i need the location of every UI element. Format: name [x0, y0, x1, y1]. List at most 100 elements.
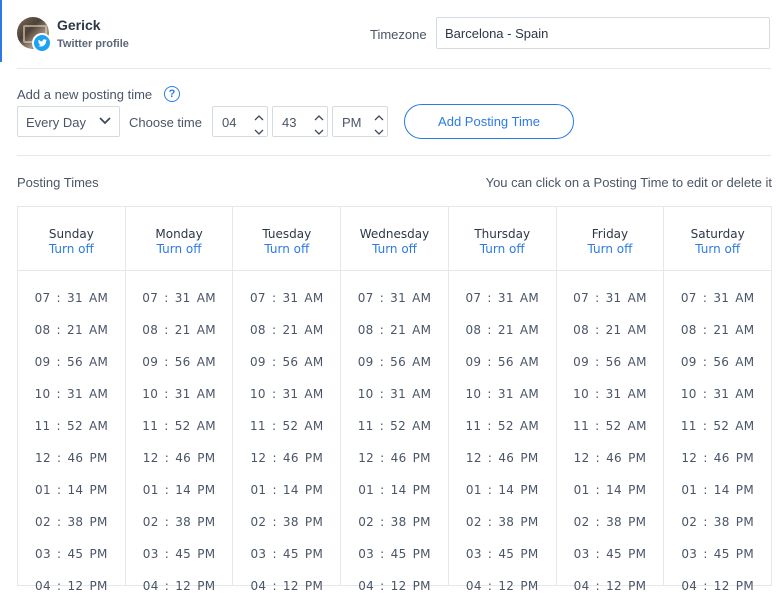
posting-time-slot[interactable]: 04 : 12 PM	[18, 579, 125, 611]
posting-time-slot[interactable]: 11 : 52 AM	[664, 419, 771, 451]
posting-time-slot[interactable]: 11 : 52 AM	[341, 419, 448, 451]
posting-time-slot[interactable]: 01 : 14 PM	[449, 483, 556, 515]
posting-time-slot[interactable]: 12 : 46 PM	[449, 451, 556, 483]
ampm-stepper[interactable]: PM	[332, 106, 388, 137]
turn-off-link[interactable]: Turn off	[18, 242, 125, 256]
turn-off-link[interactable]: Turn off	[449, 242, 556, 256]
posting-time-slot[interactable]: 09 : 56 AM	[18, 355, 125, 387]
posting-time-slot[interactable]: 09 : 56 AM	[449, 355, 556, 387]
posting-time-slot[interactable]: 01 : 14 PM	[341, 483, 448, 515]
posting-time-slot[interactable]: 09 : 56 AM	[233, 355, 340, 387]
posting-time-slot[interactable]: 10 : 31 AM	[233, 387, 340, 419]
posting-time-slot[interactable]: 07 : 31 AM	[557, 291, 664, 323]
posting-time-slot[interactable]: 02 : 38 PM	[449, 515, 556, 547]
day-header: Saturday Turn off	[664, 207, 772, 271]
posting-time-slot[interactable]: 08 : 21 AM	[18, 323, 125, 355]
posting-time-slot[interactable]: 07 : 31 AM	[126, 291, 233, 323]
posting-time-slot[interactable]: 12 : 46 PM	[18, 451, 125, 483]
posting-time-slot[interactable]: 02 : 38 PM	[341, 515, 448, 547]
profile-header: Gerick Twitter profile	[17, 17, 217, 53]
day-name: Monday	[155, 227, 203, 241]
posting-time-slot[interactable]: 10 : 31 AM	[18, 387, 125, 419]
posting-time-slot[interactable]: 01 : 14 PM	[664, 483, 771, 515]
minute-stepper[interactable]: 43	[272, 106, 328, 137]
posting-time-slot[interactable]: 08 : 21 AM	[449, 323, 556, 355]
help-icon[interactable]: ?	[164, 86, 180, 102]
posting-time-slot[interactable]: 08 : 21 AM	[341, 323, 448, 355]
posting-time-slot[interactable]: 03 : 45 PM	[126, 547, 233, 579]
timezone-label: Timezone	[370, 27, 427, 42]
day-header: Friday Turn off	[556, 207, 664, 271]
posting-time-slot[interactable]: 04 : 12 PM	[341, 579, 448, 611]
divider	[17, 68, 771, 69]
posting-time-slot[interactable]: 04 : 12 PM	[449, 579, 556, 611]
posting-time-slot[interactable]: 11 : 52 AM	[233, 419, 340, 451]
posting-time-slot[interactable]: 03 : 45 PM	[449, 547, 556, 579]
chevron-down-icon[interactable]	[374, 124, 384, 135]
posting-time-slot[interactable]: 10 : 31 AM	[126, 387, 233, 419]
posting-time-slot[interactable]: 04 : 12 PM	[233, 579, 340, 611]
posting-time-slot[interactable]: 01 : 14 PM	[557, 483, 664, 515]
posting-time-slot[interactable]: 08 : 21 AM	[664, 323, 771, 355]
posting-time-slot[interactable]: 12 : 46 PM	[126, 451, 233, 483]
posting-time-slot[interactable]: 09 : 56 AM	[126, 355, 233, 387]
posting-time-slot[interactable]: 09 : 56 AM	[557, 355, 664, 387]
posting-time-slot[interactable]: 10 : 31 AM	[341, 387, 448, 419]
chevron-up-icon[interactable]	[374, 110, 384, 121]
turn-off-link[interactable]: Turn off	[126, 242, 233, 256]
timezone-input[interactable]	[436, 17, 770, 49]
chevron-down-icon[interactable]	[314, 124, 324, 135]
posting-time-slot[interactable]: 01 : 14 PM	[18, 483, 125, 515]
posting-time-slot[interactable]: 07 : 31 AM	[18, 291, 125, 323]
chevron-down-icon	[99, 117, 111, 125]
posting-time-slot[interactable]: 10 : 31 AM	[664, 387, 771, 419]
posting-time-slot[interactable]: 07 : 31 AM	[233, 291, 340, 323]
posting-time-slot[interactable]: 10 : 31 AM	[557, 387, 664, 419]
posting-time-slot[interactable]: 02 : 38 PM	[557, 515, 664, 547]
posting-time-slot[interactable]: 11 : 52 AM	[126, 419, 233, 451]
posting-time-slot[interactable]: 02 : 38 PM	[233, 515, 340, 547]
turn-off-link[interactable]: Turn off	[233, 242, 340, 256]
day-name: Tuesday	[262, 227, 312, 241]
frequency-select[interactable]: Every Day	[17, 106, 120, 137]
posting-time-slot[interactable]: 11 : 52 AM	[18, 419, 125, 451]
turn-off-link[interactable]: Turn off	[341, 242, 448, 256]
add-posting-time-button[interactable]: Add Posting Time	[404, 104, 574, 139]
posting-time-slot[interactable]: 02 : 38 PM	[18, 515, 125, 547]
posting-time-slot[interactable]: 03 : 45 PM	[664, 547, 771, 579]
posting-time-slot[interactable]: 02 : 38 PM	[126, 515, 233, 547]
posting-time-slot[interactable]: 09 : 56 AM	[664, 355, 771, 387]
posting-time-slot[interactable]: 01 : 14 PM	[126, 483, 233, 515]
posting-time-slot[interactable]: 08 : 21 AM	[233, 323, 340, 355]
chevron-down-icon[interactable]	[254, 124, 264, 135]
posting-time-slot[interactable]: 04 : 12 PM	[126, 579, 233, 611]
day-column-wednesday: Wednesday Turn off 07 : 31 AM 08 : 21 AM 09 …	[341, 207, 449, 593]
day-name: Thursday	[474, 227, 531, 241]
posting-time-slot[interactable]: 04 : 12 PM	[557, 579, 664, 611]
posting-time-slot[interactable]: 04 : 12 PM	[664, 579, 771, 611]
posting-time-slot[interactable]: 01 : 14 PM	[233, 483, 340, 515]
posting-time-slot[interactable]: 10 : 31 AM	[449, 387, 556, 419]
posting-time-slot[interactable]: 03 : 45 PM	[341, 547, 448, 579]
posting-time-slot[interactable]: 02 : 38 PM	[664, 515, 771, 547]
posting-time-slot[interactable]: 12 : 46 PM	[341, 451, 448, 483]
posting-time-slot[interactable]: 11 : 52 AM	[557, 419, 664, 451]
chevron-up-icon[interactable]	[254, 110, 264, 121]
posting-time-slot[interactable]: 08 : 21 AM	[126, 323, 233, 355]
posting-time-slot[interactable]: 12 : 46 PM	[557, 451, 664, 483]
posting-time-slot[interactable]: 07 : 31 AM	[449, 291, 556, 323]
posting-time-slot[interactable]: 03 : 45 PM	[557, 547, 664, 579]
posting-time-slot[interactable]: 03 : 45 PM	[18, 547, 125, 579]
posting-time-slot[interactable]: 07 : 31 AM	[664, 291, 771, 323]
hour-stepper[interactable]: 04	[212, 106, 268, 137]
turn-off-link[interactable]: Turn off	[557, 242, 664, 256]
posting-time-slot[interactable]: 08 : 21 AM	[557, 323, 664, 355]
posting-time-slot[interactable]: 03 : 45 PM	[233, 547, 340, 579]
chevron-up-icon[interactable]	[314, 110, 324, 121]
posting-time-slot[interactable]: 12 : 46 PM	[664, 451, 771, 483]
turn-off-link[interactable]: Turn off	[664, 242, 771, 256]
posting-time-slot[interactable]: 07 : 31 AM	[341, 291, 448, 323]
posting-time-slot[interactable]: 12 : 46 PM	[233, 451, 340, 483]
posting-time-slot[interactable]: 09 : 56 AM	[341, 355, 448, 387]
posting-time-slot[interactable]: 11 : 52 AM	[449, 419, 556, 451]
